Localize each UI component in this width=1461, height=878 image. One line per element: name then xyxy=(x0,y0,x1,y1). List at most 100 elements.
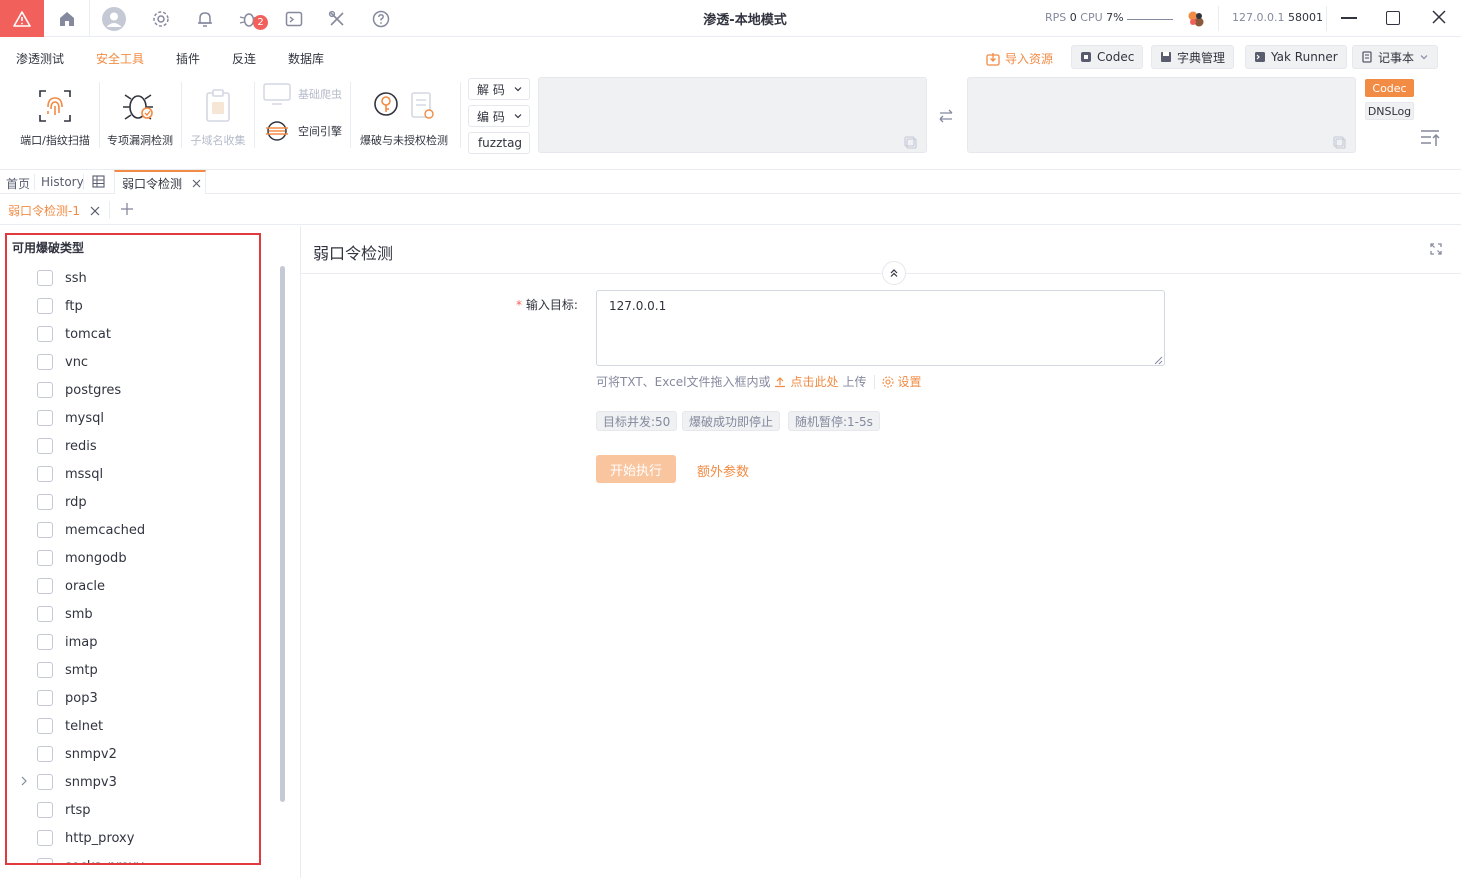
copy-icon[interactable] xyxy=(904,136,917,152)
table-icon[interactable] xyxy=(92,175,105,191)
checkbox[interactable] xyxy=(37,522,53,538)
checkbox[interactable] xyxy=(37,298,53,314)
checkbox[interactable] xyxy=(37,830,53,846)
tab-history[interactable]: History xyxy=(41,175,84,189)
maximize-icon[interactable] xyxy=(1386,11,1400,25)
codec-tab[interactable]: Codec xyxy=(1365,79,1414,97)
chevron-right-icon[interactable] xyxy=(20,775,28,789)
crawler-tool[interactable]: 基础爬虫 xyxy=(262,82,342,106)
port-scan-tool[interactable]: 端口/指纹扫描 xyxy=(14,86,96,148)
menu-plugins[interactable]: 插件 xyxy=(176,50,200,67)
type-mongodb[interactable]: mongodb xyxy=(37,548,127,568)
collapse-toolbar-icon[interactable] xyxy=(1420,129,1440,150)
checkbox[interactable] xyxy=(37,382,53,398)
checkbox[interactable] xyxy=(37,746,53,762)
type-vnc[interactable]: vnc xyxy=(37,352,88,372)
type-memcached[interactable]: memcached xyxy=(37,520,145,540)
checkbox[interactable] xyxy=(37,494,53,510)
menu-security-tools[interactable]: 安全工具 xyxy=(96,50,144,67)
type-telnet[interactable]: telnet xyxy=(37,716,103,736)
checkbox[interactable] xyxy=(37,326,53,342)
type-smtp[interactable]: smtp xyxy=(37,660,98,680)
start-button[interactable]: 开始执行 xyxy=(596,455,676,483)
codec-output-area[interactable] xyxy=(967,77,1356,153)
space-engine-tool[interactable]: 空间引擎 xyxy=(262,117,342,145)
help-icon[interactable] xyxy=(368,6,394,32)
type-oracle[interactable]: oracle xyxy=(37,576,105,596)
type-ftp[interactable]: ftp xyxy=(37,296,83,316)
type-socks-proxy[interactable]: socks_proxy xyxy=(37,856,144,863)
close-icon[interactable] xyxy=(90,206,100,216)
avatar[interactable] xyxy=(101,6,127,32)
checkbox[interactable] xyxy=(37,634,53,650)
checkbox[interactable] xyxy=(37,550,53,566)
menu-reverse[interactable]: 反连 xyxy=(232,50,256,67)
type-pop3[interactable]: pop3 xyxy=(37,688,98,708)
checkbox[interactable] xyxy=(37,466,53,482)
menu-pentest[interactable]: 渗透测试 xyxy=(16,50,64,67)
type-imap[interactable]: imap xyxy=(37,632,98,652)
menu-database[interactable]: 数据库 xyxy=(288,50,324,67)
type-postgres[interactable]: postgres xyxy=(37,380,121,400)
import-resources-button[interactable]: 导入资源 xyxy=(986,50,1053,67)
type-http-proxy[interactable]: http_proxy xyxy=(37,828,134,848)
decode-select[interactable]: 解 码 xyxy=(468,78,530,100)
codec-button[interactable]: Codec xyxy=(1071,45,1144,69)
extra-params-link[interactable]: 额外参数 xyxy=(697,461,749,480)
subdomain-tool[interactable]: 子域名收集 xyxy=(185,86,251,148)
encode-select[interactable]: 编 码 xyxy=(468,105,530,127)
checkbox[interactable] xyxy=(37,662,53,678)
vuln-detect-tool[interactable]: 专项漏洞检测 xyxy=(103,86,177,148)
type-mysql[interactable]: mysql xyxy=(37,408,104,428)
bell-icon[interactable] xyxy=(192,6,218,32)
collapse-up-icon[interactable] xyxy=(882,261,906,285)
type-mssql[interactable]: mssql xyxy=(37,464,103,484)
notepad-button[interactable]: 记事本 xyxy=(1352,45,1439,69)
gear-icon[interactable] xyxy=(148,6,174,32)
tools-icon[interactable] xyxy=(324,6,350,32)
dnslog-tab[interactable]: DNSLog xyxy=(1365,102,1414,120)
yak-logo-icon[interactable] xyxy=(1186,9,1206,32)
type-rtsp[interactable]: rtsp xyxy=(37,800,90,820)
home-icon[interactable] xyxy=(54,6,80,32)
list-scrollbar[interactable] xyxy=(280,266,285,802)
brute-force-tool[interactable]: 爆破与未授权检测 xyxy=(356,86,452,148)
dictionary-button[interactable]: 字典管理 xyxy=(1151,45,1235,69)
minimize-icon[interactable] xyxy=(1341,17,1357,19)
sub-tab-weak-password-1[interactable]: 弱口令检测-1 xyxy=(8,202,100,219)
fuzztag-button[interactable]: fuzztag xyxy=(468,132,530,154)
settings-link[interactable]: 设置 xyxy=(898,373,922,390)
type-ssh[interactable]: ssh xyxy=(37,268,87,288)
type-snmpv2[interactable]: snmpv2 xyxy=(37,744,117,764)
copy-icon[interactable] xyxy=(1333,136,1346,152)
checkbox[interactable] xyxy=(37,410,53,426)
target-input[interactable]: 127.0.0.1 xyxy=(596,290,1165,366)
fullscreen-icon[interactable] xyxy=(1430,243,1442,258)
yak-runner-button[interactable]: Yak Runner xyxy=(1245,45,1347,69)
close-icon[interactable] xyxy=(1431,9,1447,28)
codec-input-area[interactable] xyxy=(538,77,927,153)
checkbox[interactable] xyxy=(37,606,53,622)
add-tab-icon[interactable] xyxy=(120,202,134,219)
tab-weak-password[interactable]: 弱口令检测 xyxy=(114,170,206,194)
checkbox[interactable] xyxy=(37,270,53,286)
checkbox[interactable] xyxy=(37,690,53,706)
type-snmpv3[interactable]: snmpv3 xyxy=(37,772,117,792)
checkbox[interactable] xyxy=(37,354,53,370)
checkbox[interactable] xyxy=(37,858,53,863)
checkbox[interactable] xyxy=(37,718,53,734)
checkbox[interactable] xyxy=(37,438,53,454)
close-icon[interactable] xyxy=(192,179,201,188)
resize-handle-icon[interactable] xyxy=(1153,354,1163,368)
upload-link[interactable]: 点击此处 xyxy=(790,373,838,390)
checkbox[interactable] xyxy=(37,802,53,818)
checkbox[interactable] xyxy=(37,578,53,594)
type-rdp[interactable]: rdp xyxy=(37,492,87,512)
type-redis[interactable]: redis xyxy=(37,436,97,456)
warning-icon[interactable] xyxy=(0,0,44,37)
terminal-icon[interactable] xyxy=(281,6,307,32)
checkbox[interactable] xyxy=(37,774,53,790)
swap-icon[interactable] xyxy=(938,108,954,127)
tab-home[interactable]: 首页 xyxy=(6,175,30,192)
type-smb[interactable]: smb xyxy=(37,604,93,624)
